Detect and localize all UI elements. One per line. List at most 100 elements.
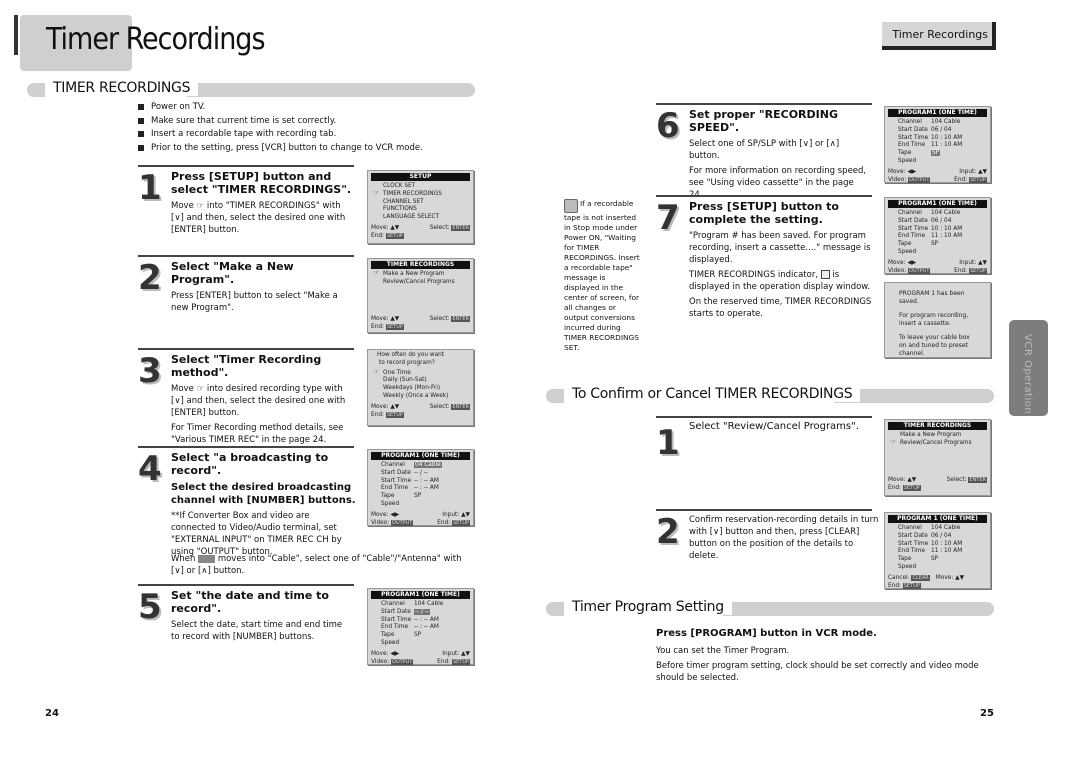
osd-program-step6: PROGRAM1 (ONE TIME) Channel 104 Cable Sta… bbox=[884, 106, 991, 183]
bullet-item: Prior to the setting, press [VCR] button… bbox=[138, 142, 423, 156]
step-description: "Program # has been saved. For program r… bbox=[689, 231, 871, 265]
osd-row-start-date: Start Date -- / -- bbox=[381, 469, 429, 476]
osd-input-hint: Input: ▲▼ bbox=[959, 259, 987, 266]
step-1: 1 Press [SETUP] button and select "TIMER… bbox=[138, 165, 354, 245]
osd-message-line: PROGRAM 1 has been saved. bbox=[899, 290, 965, 305]
osd-row-tape-speed: Tape Speed SP bbox=[898, 241, 939, 255]
osd-title: PROGRAM 1 (ONE TIME) bbox=[888, 515, 987, 523]
page-title: Timer Recordings bbox=[46, 22, 266, 57]
step-description: Move ☞ into desired recording type with … bbox=[171, 383, 356, 419]
osd-title: PROGRAM1 (ONE TIME) bbox=[888, 200, 987, 208]
osd-review-menu: TIMER RECORDINGS Make a New Program Revi… bbox=[884, 419, 991, 496]
step-divider bbox=[138, 255, 354, 257]
step-number: 2 bbox=[656, 512, 680, 552]
step-description: You can set the Timer Program. bbox=[656, 646, 790, 656]
page-number-right: 25 bbox=[980, 708, 994, 719]
step-heading: Set proper "RECORDING SPEED". bbox=[689, 108, 838, 134]
step-divider bbox=[656, 103, 872, 105]
osd-move-hint: Move: ◀▶ bbox=[371, 511, 400, 518]
osd-select-hint: Select: ENTER bbox=[429, 224, 470, 231]
text: Move bbox=[171, 201, 197, 211]
section-pill-right bbox=[723, 602, 994, 616]
osd-input-hint: Input: ▲▼ bbox=[442, 511, 470, 518]
section-title: Timer Program Setting bbox=[572, 599, 732, 615]
osd-row-end-time: End Time 11 : 10 AM bbox=[898, 548, 963, 555]
osd-move-hint: Move: ◀▶ bbox=[371, 650, 400, 657]
side-tab-label: VCR Operation bbox=[1022, 334, 1033, 415]
osd-row-tape-speed: Tape Speed SP bbox=[381, 632, 422, 646]
osd-move-hint: Move: ◀▶ bbox=[888, 168, 917, 175]
section-pill-left bbox=[27, 83, 45, 97]
osd-message-line: To leave your cable box on and tuned to … bbox=[899, 334, 970, 357]
section-header-timer-recordings: TIMER RECORDINGS bbox=[27, 80, 475, 98]
step-heading: Select "Timer Recording method". bbox=[171, 353, 322, 379]
step-divider bbox=[138, 348, 354, 350]
page-number-left: 24 bbox=[45, 708, 59, 719]
tip-text: If a recordable tape is not inserted in … bbox=[564, 199, 640, 352]
osd-row-end-time: End Time -- : -- AM bbox=[381, 624, 439, 631]
osd-item: Make a New Program bbox=[900, 432, 962, 438]
timer-indicator-icon bbox=[820, 270, 830, 279]
step-divider bbox=[656, 509, 872, 511]
osd-setup-menu: SETUP CLOCK SET TIMER RECORDINGS CHANNEL… bbox=[367, 170, 474, 244]
osd-program-step5: PROGRAM1 (ONE TIME) Channel 104 Cable Sta… bbox=[367, 588, 474, 665]
osd-title: TIMER RECORDINGS bbox=[371, 261, 470, 269]
osd-end-hint: End: SETUP bbox=[888, 484, 921, 491]
osd-row-start-date: Start Date -- / -- bbox=[381, 608, 431, 615]
osd-row-start-time: Start Time 10 : 10 AM bbox=[898, 540, 963, 547]
step-divider bbox=[138, 584, 354, 586]
step-indicator-note: TIMER RECORDINGS indicator, is displayed… bbox=[689, 270, 871, 292]
osd-item-selected: Review/Cancel Programs bbox=[890, 439, 987, 448]
osd-input-hint: Input: ▲▼ bbox=[442, 650, 470, 657]
step-subheading: Select the desired broadcasting channel … bbox=[171, 482, 356, 506]
osd-end-hint: End: SETUP bbox=[371, 232, 404, 239]
section-header-timer-program: Timer Program Setting bbox=[546, 599, 994, 617]
osd-item: Daily (Sun-Sat) bbox=[383, 377, 427, 384]
step-7: 7 Press [SETUP] button to complete the s… bbox=[656, 195, 872, 325]
osd-question: How often do you want to record program? bbox=[377, 352, 445, 366]
prerequisite-list: Power on TV. Make sure that current time… bbox=[138, 101, 423, 155]
step-2: 2 Select "Make a New Program". Press [EN… bbox=[138, 255, 354, 315]
osd-input-hint: Input: ▲▼ bbox=[959, 168, 987, 175]
step-description: Press [ENTER] button to select "Make a n… bbox=[171, 291, 338, 313]
step-number: 1 bbox=[138, 168, 162, 208]
osd-end-hint: End: SETUP bbox=[371, 411, 404, 418]
osd-select-hint: Select: ENTER bbox=[946, 477, 987, 483]
osd-end-hint: End: SETUP bbox=[371, 323, 404, 330]
osd-title: PROGRAM1 (ONE TIME) bbox=[888, 109, 987, 117]
osd-item: Review/Cancel Programs bbox=[383, 278, 455, 285]
section-pill-right bbox=[187, 83, 475, 97]
step-description: Confirm reservation-recording details in… bbox=[689, 515, 879, 561]
step-number: 1 bbox=[656, 423, 680, 463]
step-heading: Press [SETUP] button to complete the set… bbox=[689, 200, 839, 226]
osd-item: Weekdays (Mon-Fri) bbox=[383, 385, 441, 392]
step-description: Select the date, start time and end time… bbox=[171, 620, 343, 642]
osd-item-selected: Make a New Program bbox=[373, 270, 470, 279]
osd-cancel-hint: Cancel: CLEAR bbox=[888, 574, 930, 581]
osd-item: CHANNEL SET bbox=[383, 198, 424, 205]
step-operation-note: On the reserved time, TIMER RECORDINGS s… bbox=[689, 297, 872, 319]
osd-item-selected: TIMER RECORDINGS bbox=[373, 190, 470, 199]
osd-program-step4: PROGRAM1 (ONE TIME) Channel 04 Cable Star… bbox=[367, 449, 474, 526]
cable-antenna-note: When moves into "Cable", select one of "… bbox=[171, 554, 462, 576]
step-description: Before timer program setting, clock shou… bbox=[656, 661, 979, 683]
osd-row-start-date: Start Date 06 / 04 bbox=[898, 217, 952, 224]
bullet-item: Power on TV. bbox=[138, 101, 423, 115]
step-divider bbox=[138, 165, 354, 167]
step-3: 3 Select "Timer Recording method". Move … bbox=[138, 348, 356, 445]
osd-item-selected: One Time bbox=[373, 369, 470, 378]
osd-row-channel: Channel 104 Cable bbox=[898, 525, 961, 531]
bullet-item: Make sure that current time is set corre… bbox=[138, 115, 423, 129]
pointer-hand-icon: ☞ bbox=[196, 201, 205, 211]
osd-row-channel: Channel 104 Cable bbox=[898, 210, 961, 216]
osd-video-hint: Video: OUTPUT bbox=[888, 267, 931, 274]
section-title: To Confirm or Cancel TIMER RECORDINGS bbox=[572, 386, 861, 402]
timer-program-content: Press [PROGRAM] button in VCR mode. You … bbox=[656, 627, 986, 687]
step-note: **If Converter Box and video are connect… bbox=[171, 511, 342, 557]
section-title: TIMER RECORDINGS bbox=[53, 80, 199, 96]
osd-move-hint: Move: ▲▼ bbox=[371, 224, 400, 231]
osd-row-start-time: Start Time 10 : 10 AM bbox=[898, 225, 963, 232]
osd-end-hint: End: SETUP bbox=[437, 658, 470, 665]
osd-end-hint: End: SETUP bbox=[437, 519, 470, 526]
title-part-1: Timer bbox=[46, 22, 119, 57]
